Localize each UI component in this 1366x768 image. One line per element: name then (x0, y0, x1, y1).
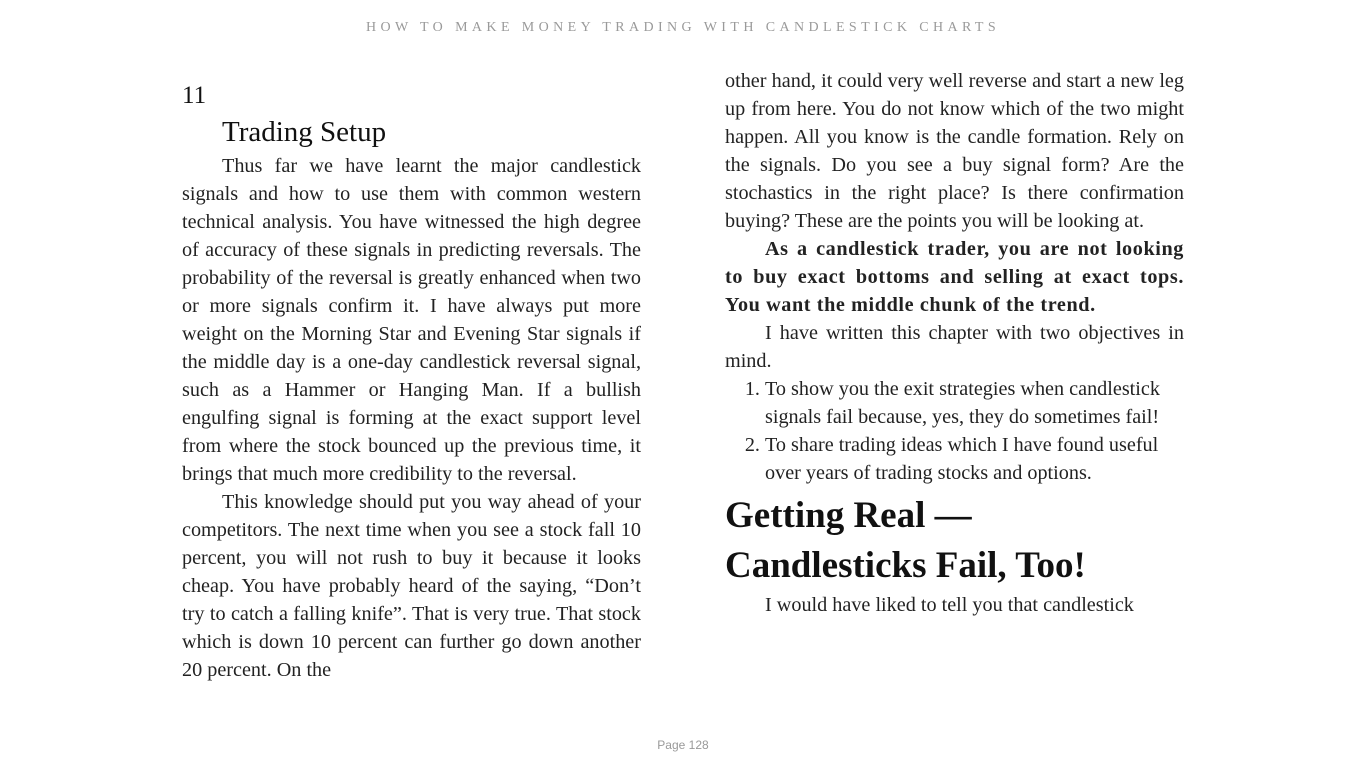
chapter-number: 11 (182, 82, 207, 109)
continued-paragraph: other hand, it could very well reverse a… (725, 70, 1184, 232)
list-item: To show you the exit strategies when can… (765, 375, 1184, 431)
body-paragraph: I would have liked to tell you that cand… (765, 594, 1134, 616)
section-heading-line: Candlesticks Fail, Too! (725, 545, 1086, 586)
objectives-list: To show you the exit strategies when can… (725, 375, 1184, 487)
section-heading: Getting Real — Candlesticks Fail, Too! (725, 491, 1184, 591)
chapter-title: Trading Setup (222, 116, 387, 148)
body-paragraph: This knowledge should put you way ahead … (182, 491, 641, 681)
page-number: Page 128 (657, 738, 709, 752)
list-item: To share trading ideas which I have foun… (765, 431, 1184, 487)
section-heading-line: Getting Real — (725, 495, 972, 536)
running-header: HOW TO MAKE MONEY TRADING WITH CANDLESTI… (365, 20, 1001, 35)
body-paragraph: Thus far we have learnt the major candle… (182, 155, 641, 485)
objectives-intro: I have written this chapter with two obj… (725, 322, 1184, 372)
bold-paragraph: As a candlestick trader, you are not loo… (725, 238, 1184, 316)
right-page-column: other hand, it could very well reverse a… (725, 67, 1184, 619)
left-page-column: 11 Trading Setup Thus far we have learnt… (182, 80, 641, 684)
